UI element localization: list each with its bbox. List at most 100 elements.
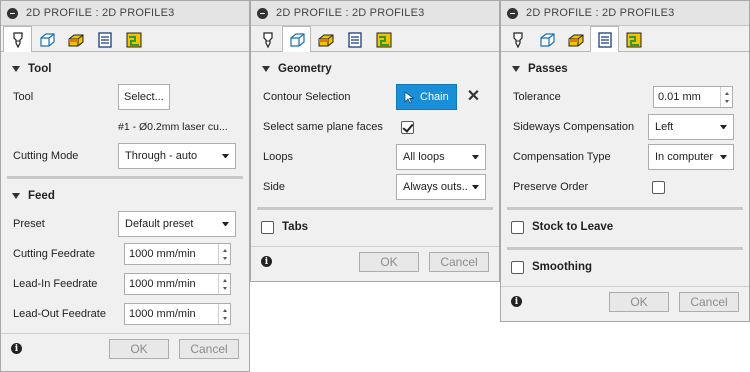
- collapse-icon[interactable]: [7, 7, 18, 19]
- loops-label: Loops: [263, 151, 293, 163]
- linking-tab-icon: [376, 32, 391, 47]
- tab-linking[interactable]: [369, 27, 398, 51]
- feed-section-header[interactable]: Feed: [1, 183, 249, 209]
- preserve-order-checkbox[interactable]: [652, 180, 665, 194]
- info-icon[interactable]: i: [511, 296, 522, 307]
- cutting-feedrate-value: 1000 mm/min: [129, 248, 196, 260]
- loops-dropdown[interactable]: All loops: [396, 144, 486, 170]
- tab-heights[interactable]: [61, 27, 90, 51]
- section-divider: [7, 176, 243, 179]
- tab-geometry[interactable]: [532, 27, 561, 51]
- tab-tool[interactable]: [253, 27, 282, 51]
- cancel-button[interactable]: Cancel: [429, 251, 489, 272]
- loops-row: Loops All loops: [251, 142, 499, 172]
- tab-strip: [1, 26, 249, 52]
- tab-heights[interactable]: [311, 27, 340, 51]
- tab-linking[interactable]: [119, 27, 148, 51]
- ok-button[interactable]: OK: [359, 251, 419, 272]
- expand-triangle-icon: [12, 66, 20, 72]
- chain-selection-button[interactable]: Chain: [396, 84, 457, 110]
- cutting-feedrate-input[interactable]: 1000 mm/min: [124, 243, 231, 265]
- smoothing-section-header[interactable]: Smoothing: [501, 254, 749, 280]
- collapse-icon[interactable]: [257, 7, 268, 19]
- side-dropdown[interactable]: Always outs...: [396, 174, 486, 200]
- sideways-compensation-row: Sideways Compensation Left: [501, 112, 749, 142]
- tab-linking[interactable]: [619, 27, 648, 51]
- tool-select-button[interactable]: Select...: [118, 84, 170, 110]
- compensation-type-value: In computer: [655, 151, 714, 163]
- ok-button[interactable]: OK: [109, 338, 169, 359]
- spinner-arrows[interactable]: [720, 87, 732, 107]
- tab-strip: [251, 26, 499, 52]
- section-title: Feed: [28, 190, 55, 202]
- tolerance-label: Tolerance: [513, 91, 561, 103]
- tool-tab-icon: [12, 31, 23, 48]
- passes-panel: 2D PROFILE : 2D PROFILE3 Passes Toleranc…: [500, 0, 750, 322]
- preserve-order-row: Preserve Order: [501, 172, 749, 202]
- panel-titlebar: 2D PROFILE : 2D PROFILE3: [501, 1, 749, 26]
- tab-geometry[interactable]: [32, 27, 61, 51]
- spinner-arrows[interactable]: [218, 304, 230, 324]
- leadin-feedrate-value: 1000 mm/min: [129, 278, 196, 290]
- section-title: Passes: [528, 63, 568, 75]
- side-row: Side Always outs...: [251, 172, 499, 202]
- preset-value: Default preset: [125, 218, 194, 230]
- section-title: Smoothing: [532, 261, 593, 273]
- tab-tool[interactable]: [503, 27, 532, 51]
- tool-section-header[interactable]: Tool: [1, 56, 249, 82]
- chevron-down-icon: [720, 125, 727, 129]
- spinner-arrows[interactable]: [218, 244, 230, 264]
- cutting-mode-row: Cutting Mode Through - auto: [1, 141, 249, 171]
- tab-strip: [501, 26, 749, 52]
- tab-tool[interactable]: [3, 26, 32, 52]
- same-plane-row: Select same plane faces: [251, 112, 499, 142]
- chevron-down-icon: [720, 155, 727, 159]
- stock-to-leave-section-header[interactable]: Stock to Leave: [501, 214, 749, 240]
- collapse-icon[interactable]: [507, 7, 518, 19]
- loops-value: All loops: [403, 151, 445, 163]
- tab-passes[interactable]: [590, 26, 619, 52]
- heights-tab-icon: [318, 34, 333, 46]
- preset-dropdown[interactable]: Default preset: [118, 211, 236, 237]
- panel-title: 2D PROFILE : 2D PROFILE3: [26, 7, 175, 19]
- tolerance-input[interactable]: 0.01 mm: [653, 86, 733, 108]
- info-icon[interactable]: i: [11, 343, 22, 354]
- tolerance-row: Tolerance 0.01 mm: [501, 82, 749, 112]
- section-title: Tabs: [282, 221, 308, 233]
- sideways-compensation-dropdown[interactable]: Left: [648, 114, 734, 140]
- clear-selection-icon[interactable]: ✕: [467, 89, 480, 105]
- passes-section-header[interactable]: Passes: [501, 56, 749, 82]
- stock-to-leave-checkbox[interactable]: [511, 220, 524, 234]
- contour-selection-label: Contour Selection: [263, 91, 351, 103]
- tab-passes[interactable]: [90, 27, 119, 51]
- chevron-down-icon: [472, 185, 479, 189]
- section-divider: [257, 207, 493, 210]
- smoothing-checkbox[interactable]: [511, 260, 524, 274]
- panel-title: 2D PROFILE : 2D PROFILE3: [526, 7, 675, 19]
- leadout-feedrate-input[interactable]: 1000 mm/min: [124, 303, 231, 325]
- side-label: Side: [263, 181, 286, 193]
- tab-heights[interactable]: [561, 27, 590, 51]
- cancel-button[interactable]: Cancel: [179, 338, 239, 359]
- tab-passes[interactable]: [340, 27, 369, 51]
- chevron-down-icon: [222, 222, 229, 226]
- spinner-arrows[interactable]: [218, 274, 230, 294]
- cutting-mode-dropdown[interactable]: Through - auto: [118, 143, 236, 169]
- cursor-icon: [404, 90, 414, 104]
- tool-row: Tool Select...: [1, 82, 249, 112]
- panel-footer: i OK Cancel: [1, 333, 249, 363]
- tool-label: Tool: [13, 91, 34, 103]
- tabs-checkbox[interactable]: [261, 220, 274, 234]
- same-plane-checkbox[interactable]: [401, 120, 414, 134]
- chain-button-label: Chain: [420, 91, 449, 103]
- tab-geometry[interactable]: [282, 26, 311, 52]
- compensation-type-dropdown[interactable]: In computer: [648, 144, 734, 170]
- cancel-button[interactable]: Cancel: [679, 291, 739, 312]
- leadin-feedrate-input[interactable]: 1000 mm/min: [124, 273, 231, 295]
- tool-panel: 2D PROFILE : 2D PROFILE3 Tool Tool Selec…: [0, 0, 250, 372]
- heights-tab-icon: [568, 34, 583, 46]
- geometry-section-header[interactable]: Geometry: [251, 56, 499, 82]
- info-icon[interactable]: i: [261, 256, 272, 267]
- ok-button[interactable]: OK: [609, 291, 669, 312]
- tabs-section-header[interactable]: Tabs: [251, 214, 499, 240]
